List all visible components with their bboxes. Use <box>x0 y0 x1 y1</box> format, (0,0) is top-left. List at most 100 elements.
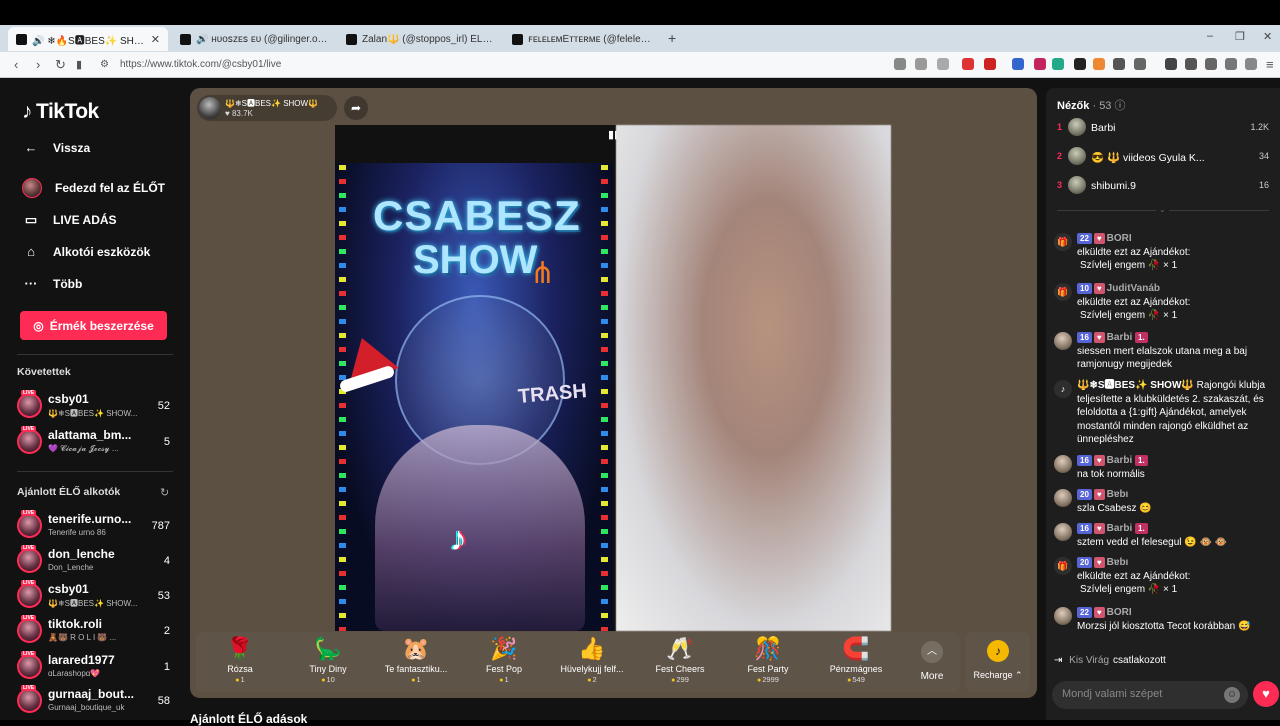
following-account[interactable]: LIVE csby01 🔱❄S🅰BES✨ SHOW... 52 <box>17 390 173 423</box>
chat-username[interactable]: Barbi <box>1107 332 1133 343</box>
extension-icon[interactable] <box>1093 58 1105 70</box>
extension-hls-icon[interactable] <box>1052 58 1064 70</box>
suggested-account[interactable]: LIVE csby01 🔱❄S🅰BES✨ SHOW... 53 <box>17 580 173 613</box>
host-avatar[interactable] <box>199 97 221 119</box>
gift-item[interactable]: 🎊 Fest Party 2999 <box>724 632 812 692</box>
avatar[interactable] <box>1054 332 1072 350</box>
emoji-icon[interactable]: ☺ <box>1224 687 1240 703</box>
forward-arrow-icon[interactable]: › <box>36 57 40 72</box>
nav-explore-live[interactable]: Fedezd fel az ÉLŐT <box>22 178 165 198</box>
shield-icon[interactable] <box>1245 58 1257 70</box>
back-arrow-icon[interactable]: ‹ <box>14 57 18 72</box>
media-icon[interactable] <box>1165 58 1177 70</box>
chevron-down-icon[interactable]: ⌄ <box>1156 205 1169 214</box>
share-icon[interactable] <box>937 58 949 70</box>
viewer-rank: 1 <box>1057 122 1063 132</box>
zoom-icon[interactable] <box>915 58 927 70</box>
extension-icon[interactable] <box>1034 58 1046 70</box>
new-tab-button[interactable]: + <box>668 30 676 46</box>
share-icon[interactable]: ➦ <box>344 96 368 120</box>
avatar[interactable] <box>1054 607 1072 625</box>
wallet-icon[interactable] <box>1205 58 1217 70</box>
minimize-button[interactable]: – <box>1207 30 1213 42</box>
chat-username[interactable]: Barbi <box>1107 523 1133 534</box>
info-icon[interactable]: ⓘ <box>1115 100 1126 112</box>
bookmark-icon[interactable]: ▮ <box>76 58 82 71</box>
close-window-button[interactable]: ✕ <box>1263 30 1272 43</box>
nav-live-studio[interactable]: ▭ LIVE ADÁS <box>22 212 117 228</box>
brave-shield-icon[interactable] <box>962 58 974 70</box>
browser-tab-active[interactable]: 🔊 ❄🔥S🅰BES✨ SHOW🔥 (@ ✕ <box>8 27 168 51</box>
suggested-account[interactable]: LIVE tiktok.roli 🧸🐻 R O L I 🐻 ... 2 <box>17 615 173 648</box>
chat-username[interactable]: BORI <box>1107 233 1132 244</box>
video-feed-guest[interactable] <box>616 125 891 631</box>
gift-price: 549 <box>812 675 900 684</box>
extension-icon[interactable] <box>1113 58 1125 70</box>
overlay-trash-text: TRASH <box>517 380 588 408</box>
avatar[interactable] <box>1054 489 1072 507</box>
extensions-puzzle-icon[interactable] <box>1134 58 1146 70</box>
more-gifts-button[interactable]: ︿ More <box>914 641 950 682</box>
suggested-account[interactable]: LIVE tenerife.urno... Tenerife urno 86 7… <box>17 510 173 543</box>
chat-username[interactable]: Bɐbı <box>1107 489 1129 500</box>
vpn-icon[interactable] <box>1225 58 1237 70</box>
cheers-icon: 🥂 <box>666 636 694 661</box>
recharge-button[interactable]: ♪ Recharge ⌃ <box>966 632 1030 692</box>
avatar[interactable] <box>1054 523 1072 541</box>
rewards-icon[interactable] <box>984 58 996 70</box>
suggested-account[interactable]: LIVE don_lenche Don_Lenche 4 <box>17 545 173 578</box>
following-account[interactable]: LIVE alattama_bm... 💜 𝓒𝓲𝓬𝓪𝓳𝓪 𝓙𝓸𝓬𝓼𝔂 ... 5 <box>17 426 173 459</box>
viewer-rank: 2 <box>1057 151 1063 161</box>
level-badge: 16 <box>1077 455 1092 466</box>
extension-icon[interactable] <box>1074 58 1086 70</box>
join-username[interactable]: Kis Virág <box>1069 655 1109 666</box>
chat-username[interactable]: 🔱❄S🅰BES✨ SHOW🔱 <box>1077 380 1194 391</box>
top-viewer-row[interactable]: 2 😎 🔱 viideos Gyula K... 34 <box>1057 147 1269 167</box>
refresh-icon[interactable]: ↻ <box>160 486 169 499</box>
chat-username[interactable]: Bɐbı <box>1107 557 1129 568</box>
browser-tab[interactable]: 🔊 ʜᴜᴏꜱᴢᴇꜱ ᴇᴜ (@gilinger.oszkr.jn) É <box>172 27 336 51</box>
chat-username[interactable]: Barbi <box>1107 455 1133 466</box>
chat-text: elküldte ezt az Ajándékot: <box>1077 296 1191 308</box>
suggested-account[interactable]: LIVE larared1977 ɑLarashopɑ💖 1 <box>17 651 173 684</box>
chat-username[interactable]: JuditVanáb <box>1107 283 1160 294</box>
mute-icon[interactable] <box>894 58 906 70</box>
gift-item[interactable]: 🦕 Tiny Diny 10 <box>284 632 372 692</box>
like-heart-button[interactable]: ♥ <box>1253 681 1279 707</box>
browser-tab[interactable]: ꜰᴇʟᴇʟᴇᴍÉᴛᴛᴇʀᴍᴇ (@felelemetterme) É <box>504 27 664 51</box>
menu-icon[interactable]: ≡ <box>1266 57 1274 72</box>
gift-icon: 🎁 <box>1054 283 1072 301</box>
browser-tab[interactable]: Zalan🔱 (@stoppos_irl) ÉLŐ ad <box>338 27 502 51</box>
host-info[interactable]: 🔱❄S🅰BES✨ SHOW🔱 ♥ 83.7K <box>197 95 337 121</box>
nav-label: LIVE ADÁS <box>53 213 117 227</box>
tiktok-logo[interactable]: ♪ TikTok <box>22 100 99 124</box>
gift-item[interactable]: 🐹 Te fantasztiku... 1 <box>372 632 460 692</box>
avatar[interactable] <box>1054 455 1072 473</box>
gift-item[interactable]: 🌹 Rózsa 1 <box>196 632 284 692</box>
video-feed-host[interactable]: CSABESZ SHOW ⋔ TRASH ♪ <box>335 125 613 631</box>
nav-more[interactable]: ··· Több <box>22 276 83 291</box>
back-button[interactable]: ← Vissza <box>22 140 91 155</box>
close-tab-icon[interactable]: ✕ <box>151 33 160 46</box>
gift-item[interactable]: 👍 Hüvelykujj felf... 2 <box>548 632 636 692</box>
site-info-icon[interactable]: ⚙ <box>100 59 109 70</box>
chat-username[interactable]: BORI <box>1107 607 1132 618</box>
get-coins-button[interactable]: ◎ Érmék beszerzése <box>20 311 167 340</box>
maximize-button[interactable]: ❐ <box>1235 30 1245 43</box>
gift-icon: 🎁 <box>1054 557 1072 575</box>
sidebar-icon[interactable] <box>1185 58 1197 70</box>
top-viewer-row[interactable]: 3 shibumi.9 16 <box>1057 176 1269 196</box>
gift-item[interactable]: 🧲 Pénzmágnes 549 <box>812 632 900 692</box>
url-field[interactable]: https://www.tiktok.com/@csby01/live <box>120 59 281 70</box>
reload-icon[interactable]: ↻ <box>55 57 66 73</box>
gift-item[interactable]: 🥂 Fest Cheers 299 <box>636 632 724 692</box>
translate-icon[interactable] <box>1012 58 1024 70</box>
suggested-account[interactable]: LIVE gurnaaj_bout... Gurnaaj_boutique_uk… <box>17 685 173 718</box>
top-viewer-row[interactable]: 1 Barbi 1.2K <box>1057 118 1269 138</box>
coin-icon: ◎ <box>33 318 44 333</box>
nav-creator-tools[interactable]: ⌂ Alkotói eszközök <box>22 244 150 259</box>
gift-item[interactable]: 🎉 Fest Pop 1 <box>460 632 548 692</box>
viewers-header: Nézők · 53 ⓘ <box>1057 97 1126 113</box>
chat-input[interactable]: Mondj valami szépet ☺ <box>1052 681 1248 709</box>
account-name: gurnaaj_bout... <box>48 687 135 701</box>
